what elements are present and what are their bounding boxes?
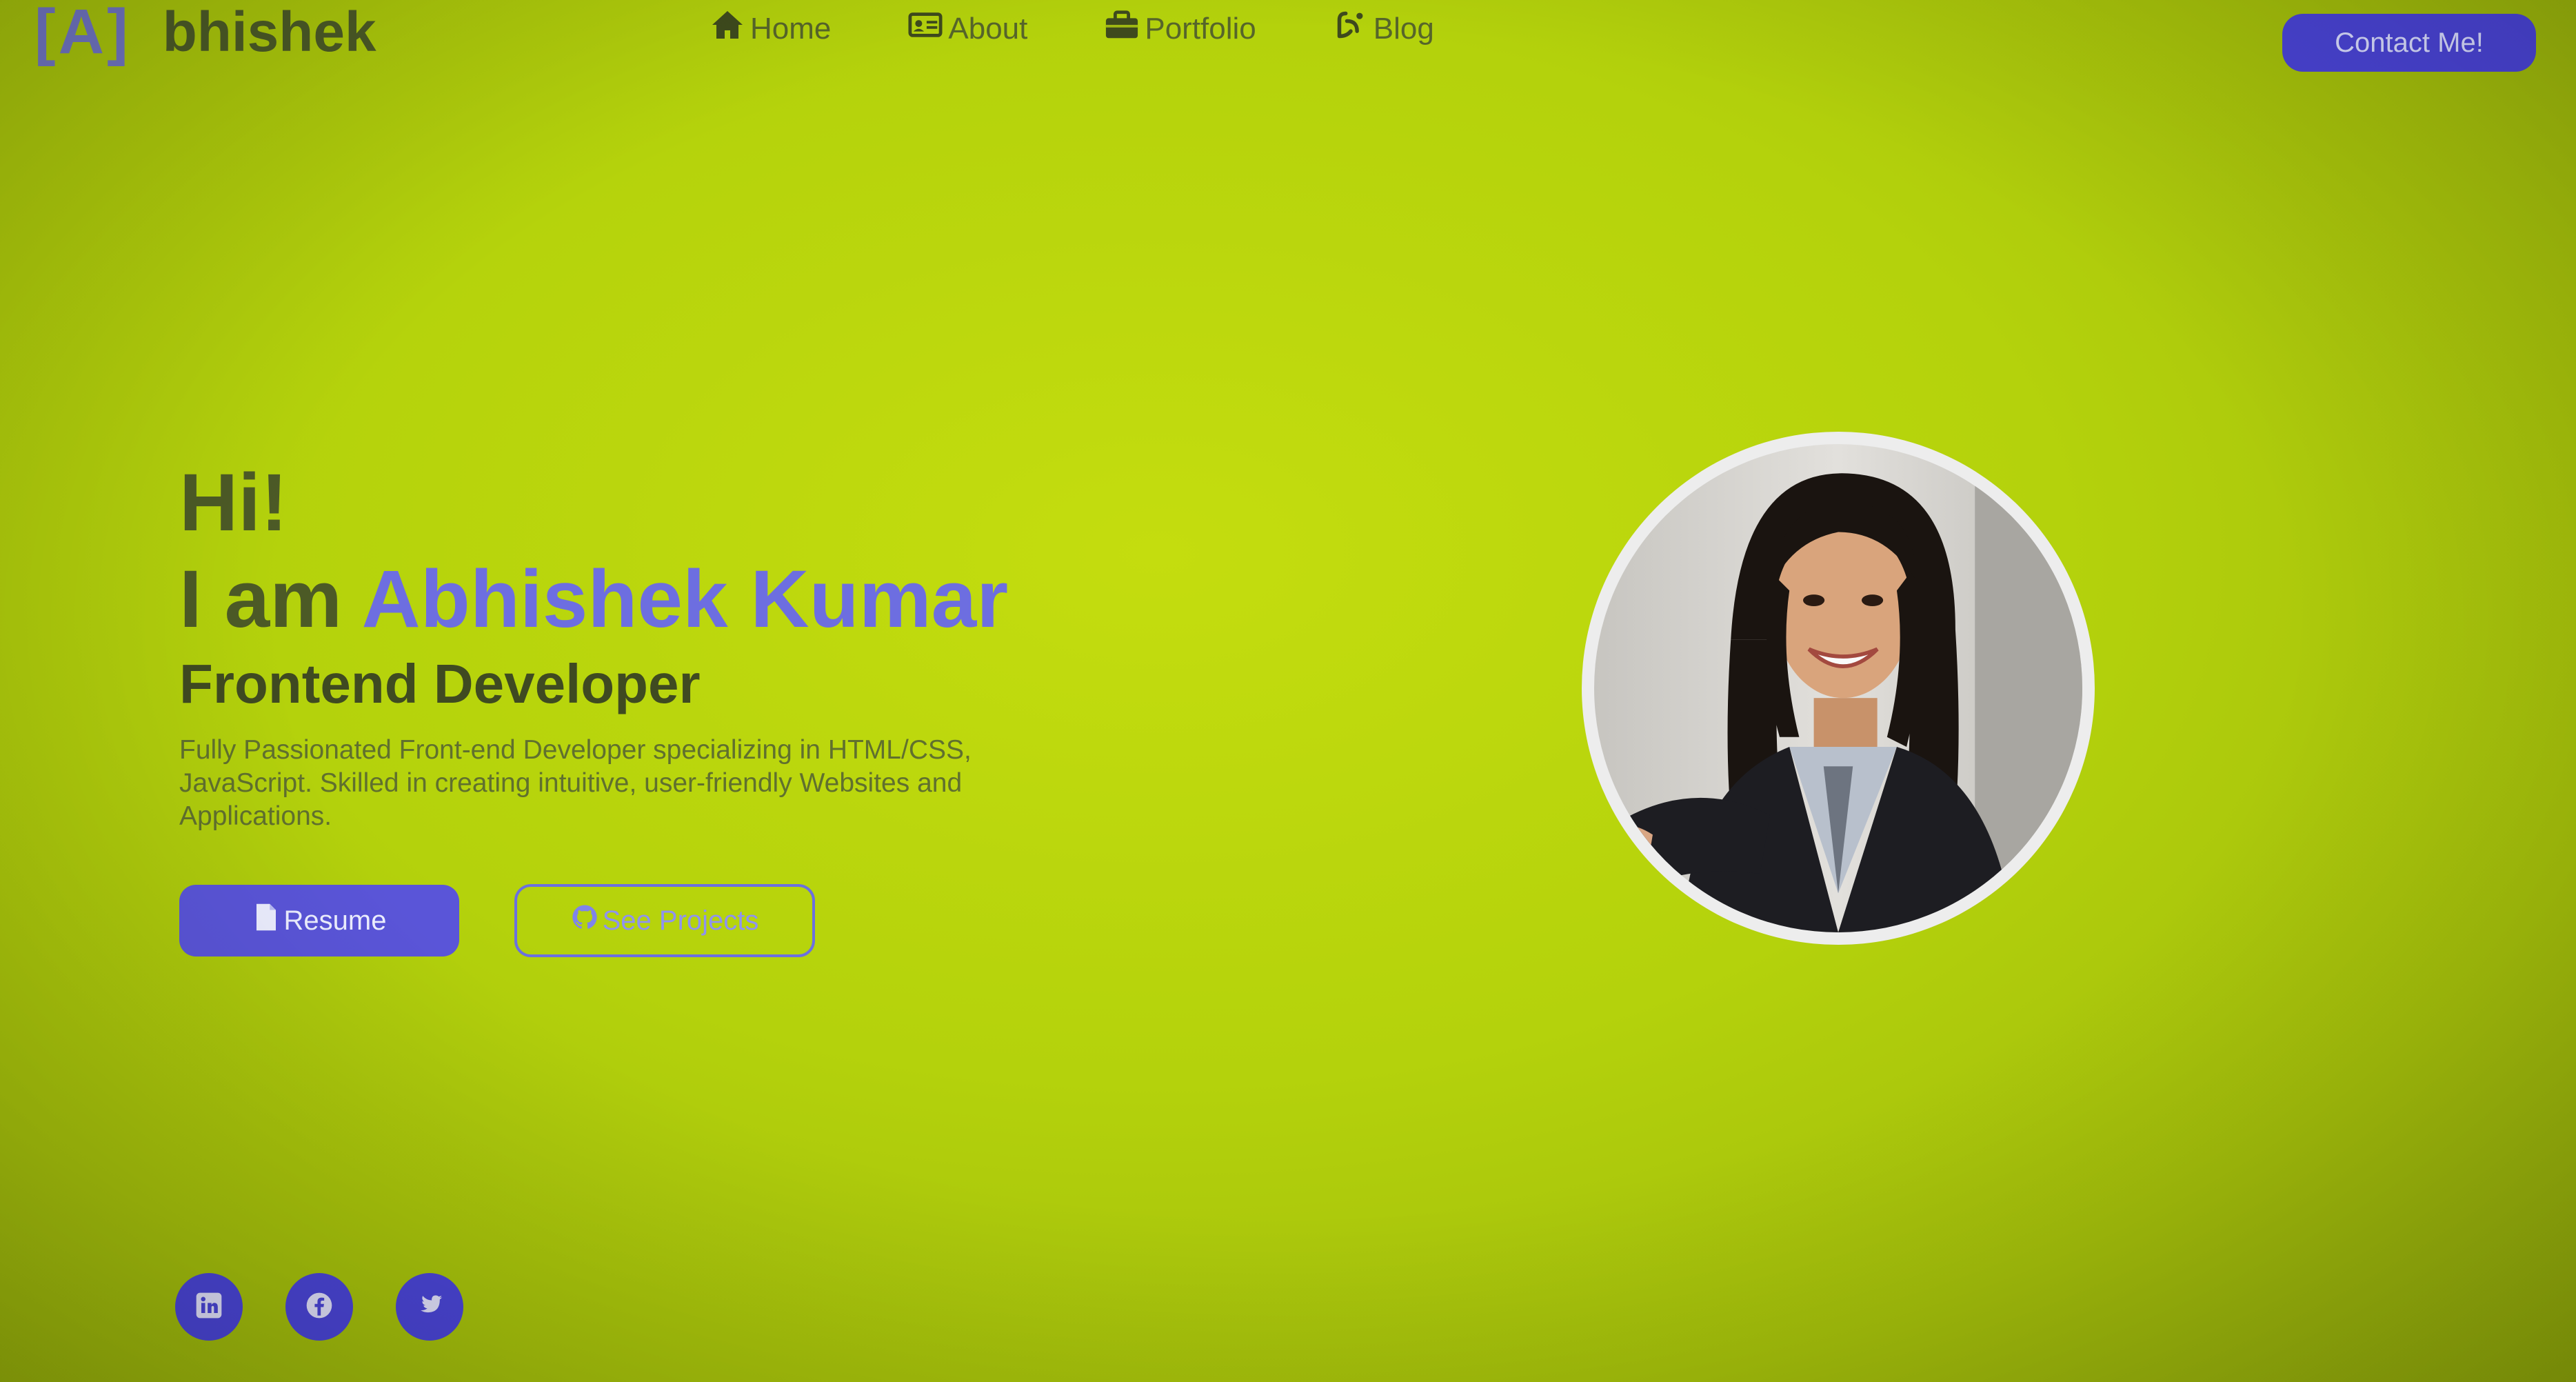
- nav-label-home: Home: [750, 11, 832, 46]
- briefcase-icon: [1105, 10, 1139, 48]
- linkedin-link[interactable]: [175, 1273, 243, 1341]
- nav-item-portfolio[interactable]: Portfolio: [1105, 10, 1256, 48]
- hero-role: Frontend Developer: [179, 653, 701, 714]
- facebook-link[interactable]: [285, 1273, 353, 1341]
- hero-greeting: Hi!: [179, 457, 288, 548]
- hero-description: Fully Passionated Front-end Developer sp…: [179, 735, 972, 831]
- blog-icon: [1334, 10, 1368, 48]
- github-icon: [571, 903, 598, 939]
- nav-label-about: About: [948, 11, 1028, 46]
- portfolio-page: [A] bhishek Home About Portfolio Blog Co…: [0, 0, 2576, 1382]
- main-nav: Home About Portfolio Blog: [710, 10, 1434, 48]
- facebook-icon: [304, 1290, 334, 1324]
- contact-button[interactable]: Contact Me!: [2282, 14, 2536, 72]
- intro-prefix: I am: [179, 554, 362, 645]
- hero-actions: Resume See Projects: [179, 884, 815, 957]
- twitter-link[interactable]: [396, 1273, 463, 1341]
- nav-item-blog[interactable]: Blog: [1334, 10, 1434, 48]
- hero-intro: I am Abhishek Kumar: [179, 559, 1034, 640]
- projects-label: See Projects: [602, 905, 759, 936]
- resume-button[interactable]: Resume: [179, 885, 459, 957]
- profile-photo-frame: [1582, 432, 2095, 945]
- logo-mark: [A]: [34, 0, 131, 67]
- nav-item-home[interactable]: Home: [710, 10, 831, 48]
- logo-text: bhishek: [162, 0, 376, 63]
- nav-item-about[interactable]: About: [908, 10, 1027, 48]
- resume-label: Resume: [283, 905, 387, 936]
- profile-photo: [1594, 444, 2082, 932]
- home-icon: [710, 10, 745, 48]
- linkedin-icon: [194, 1290, 224, 1324]
- id-card-icon: [908, 10, 943, 48]
- social-links: [175, 1273, 463, 1341]
- site-logo[interactable]: [A] bhishek: [34, 0, 376, 68]
- see-projects-button[interactable]: See Projects: [514, 884, 815, 957]
- hero-section: Hi! I am Abhishek Kumar Frontend Develop…: [179, 457, 1034, 957]
- twitter-icon: [414, 1290, 445, 1324]
- hero-name: Abhishek Kumar: [361, 554, 1009, 645]
- document-icon: [252, 903, 280, 939]
- nav-label-portfolio: Portfolio: [1145, 11, 1256, 46]
- nav-label-blog: Blog: [1373, 11, 1434, 46]
